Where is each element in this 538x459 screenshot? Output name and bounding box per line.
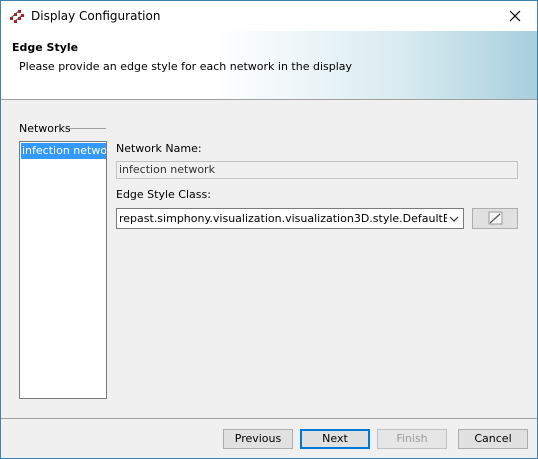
display-configuration-dialog: Display Configuration Edge Style Please … bbox=[0, 0, 538, 459]
networks-separator bbox=[69, 128, 106, 129]
edit-style-button[interactable] bbox=[472, 208, 518, 229]
edge-style-class-value: repast.simphony.visualization.visualizat… bbox=[119, 212, 447, 225]
close-button[interactable] bbox=[493, 1, 537, 31]
edit-icon bbox=[488, 211, 503, 225]
step-description: Please provide an edge style for each ne… bbox=[19, 60, 353, 73]
network-name-label: Network Name: bbox=[116, 142, 202, 155]
cancel-button[interactable]: Cancel bbox=[458, 429, 528, 449]
wizard-header: Edge Style Please provide an edge style … bbox=[1, 31, 537, 99]
header-divider bbox=[1, 99, 537, 100]
close-icon bbox=[509, 10, 521, 22]
step-title: Edge Style bbox=[12, 41, 79, 54]
networks-label: Networks bbox=[19, 122, 71, 135]
finish-button[interactable]: Finish bbox=[377, 429, 447, 449]
window-title: Display Configuration bbox=[31, 9, 161, 23]
edge-style-class-select[interactable]: repast.simphony.visualization.visualizat… bbox=[116, 208, 464, 229]
title-bar[interactable]: Display Configuration bbox=[1, 1, 537, 31]
edge-style-class-label: Edge Style Class: bbox=[116, 188, 211, 201]
chevron-down-icon[interactable] bbox=[448, 212, 460, 226]
network-name-field: infection network bbox=[116, 161, 518, 179]
app-icon bbox=[9, 8, 25, 24]
previous-button[interactable]: Previous bbox=[223, 429, 293, 449]
footer-divider bbox=[1, 418, 537, 419]
list-item[interactable]: infection network bbox=[21, 143, 106, 159]
next-button[interactable]: Next bbox=[300, 429, 370, 449]
networks-list[interactable]: infection network bbox=[19, 141, 107, 399]
